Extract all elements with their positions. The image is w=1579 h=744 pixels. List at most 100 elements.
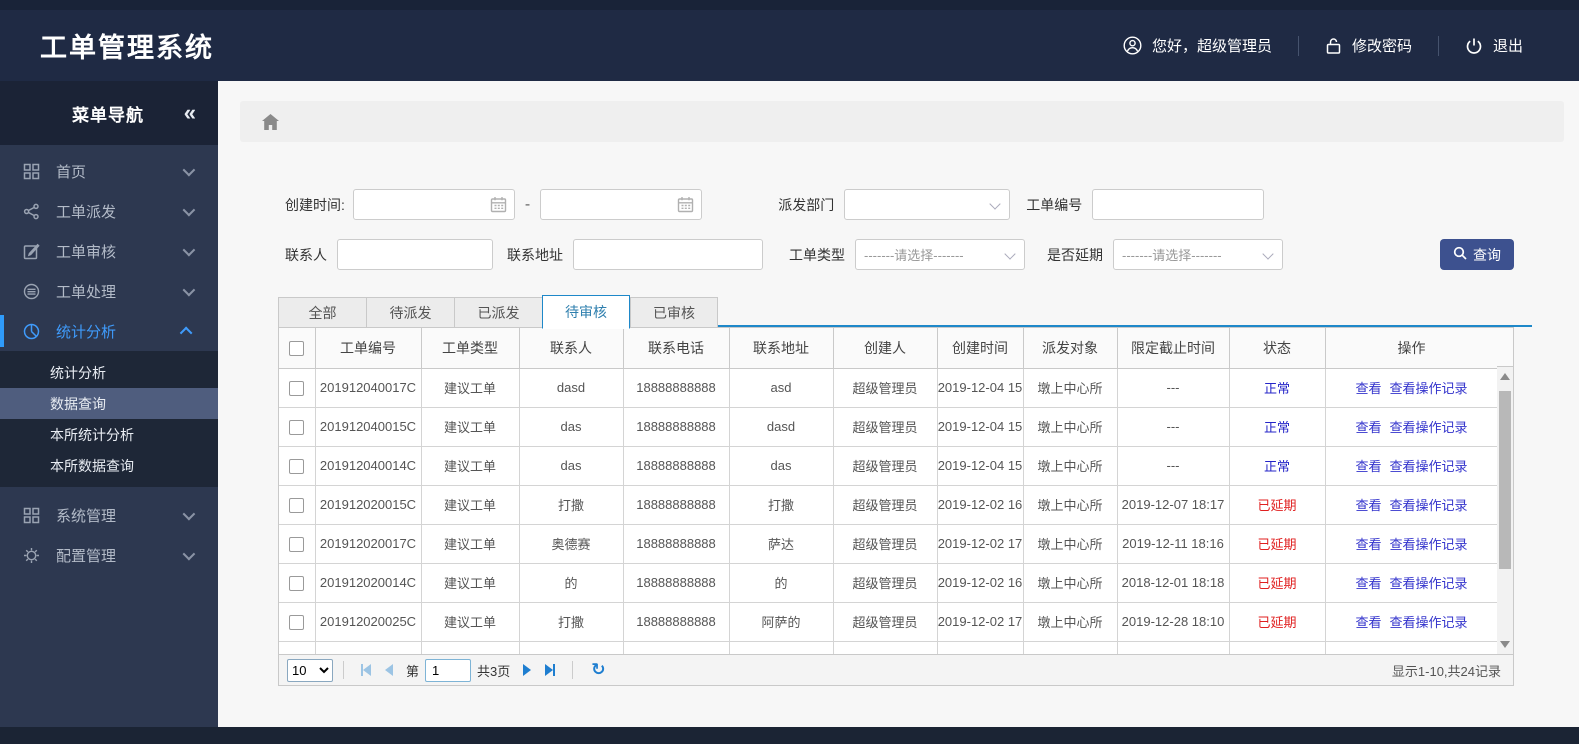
filter-panel: 创建时间: - 派发部门 工单编号 联系人 联系地址 工单类型 是否延期: [285, 189, 1514, 270]
submenu-item-local-data-query[interactable]: 本所数据查询: [0, 450, 218, 481]
view-link[interactable]: 查看: [1355, 615, 1381, 630]
dispatch-dept-select[interactable]: [844, 189, 1011, 220]
tab-all[interactable]: 全部: [278, 297, 366, 327]
tab-pending-dispatch[interactable]: 待派发: [366, 297, 454, 327]
row-checkbox[interactable]: [289, 380, 305, 396]
cell-type: 建议工单: [421, 407, 520, 447]
view-link[interactable]: 查看: [1355, 459, 1381, 474]
next-page-button[interactable]: [523, 664, 532, 676]
submenu-item-statistics[interactable]: 统计分析: [0, 357, 218, 388]
last-page-button[interactable]: [545, 664, 556, 676]
view-log-link[interactable]: 查看操作记录: [1390, 498, 1468, 513]
pie-chart-icon: [22, 322, 40, 340]
cell-target: 墩上中心所: [1023, 563, 1118, 603]
cell-target: 墩上中心所: [1023, 446, 1118, 486]
address-input[interactable]: [573, 239, 763, 270]
refresh-icon[interactable]: ↻: [591, 660, 605, 680]
row-checkbox[interactable]: [289, 536, 305, 552]
row-checkbox[interactable]: [289, 458, 305, 474]
tab-dispatched[interactable]: 已派发: [454, 297, 542, 327]
tab-reviewed[interactable]: 已审核: [630, 297, 718, 327]
cell-created: [937, 641, 1024, 654]
view-link[interactable]: 查看: [1355, 381, 1381, 396]
status-tabs: 全部 待派发 已派发 待审核 已审核: [278, 295, 1532, 329]
sidebar-item-config[interactable]: 配置管理: [0, 535, 218, 575]
view-link[interactable]: 查看: [1355, 420, 1381, 435]
first-page-button[interactable]: [361, 664, 371, 676]
view-log-link[interactable]: 查看操作记录: [1390, 420, 1468, 435]
sidebar-item-dispatch[interactable]: 工单派发: [0, 191, 218, 231]
view-link[interactable]: 查看: [1355, 498, 1381, 513]
page-number-input[interactable]: [425, 658, 472, 682]
sidebar-item-statistics[interactable]: 统计分析: [0, 311, 218, 351]
table-row: [279, 641, 1499, 654]
cell-phone: 18888888888: [623, 368, 730, 408]
row-checkbox[interactable]: [289, 419, 305, 435]
logout-label: 退出: [1492, 38, 1523, 55]
cell-created: 2019-12-04 15: [937, 407, 1024, 447]
cell-type: 建议工单: [421, 602, 520, 642]
view-log-link[interactable]: 查看操作记录: [1390, 615, 1468, 630]
row-checkbox[interactable]: [289, 614, 305, 630]
order-no-input[interactable]: [1092, 189, 1265, 220]
calendar-icon[interactable]: [677, 196, 694, 218]
header-right: 您好，超级管理员 修改密码 退出: [1097, 35, 1549, 56]
cell-creator: 超级管理员: [833, 407, 938, 447]
row-checkbox[interactable]: [289, 575, 305, 591]
delay-select[interactable]: [1113, 239, 1283, 270]
chevron-down-icon: [182, 507, 196, 520]
collapse-sidebar-icon[interactable]: «: [184, 102, 196, 124]
home-icon[interactable]: [262, 113, 279, 130]
prev-page-button[interactable]: [385, 664, 393, 676]
scroll-up-icon[interactable]: [1500, 373, 1510, 380]
status-badge: 已延期: [1257, 615, 1297, 630]
search-icon: [1453, 246, 1467, 263]
scrollbar-track[interactable]: [1497, 367, 1514, 654]
search-button[interactable]: 查询: [1440, 239, 1514, 270]
logout-button[interactable]: 退出: [1439, 35, 1549, 56]
cell-creator: 超级管理员: [833, 563, 938, 603]
sidebar-item-home[interactable]: 首页: [0, 151, 218, 191]
scrollbar-thumb[interactable]: [1499, 391, 1511, 569]
view-log-link[interactable]: 查看操作记录: [1390, 576, 1468, 591]
calendar-icon[interactable]: [490, 196, 507, 218]
sidebar-item-review[interactable]: 工单审核: [0, 231, 218, 271]
cell-target: 墩上中心所: [1023, 602, 1118, 642]
view-log-link[interactable]: 查看操作记录: [1390, 459, 1468, 474]
scroll-down-icon[interactable]: [1500, 641, 1510, 648]
table-row: 201912020017C 建议工单 奥德赛 18888888888 萨达 超级…: [279, 524, 1499, 564]
page-size-select[interactable]: 10: [287, 658, 333, 682]
change-password-button[interactable]: 修改密码: [1299, 35, 1438, 56]
cell-created: 2019-12-02 16: [937, 563, 1024, 603]
submenu-item-local-statistics[interactable]: 本所统计分析: [0, 419, 218, 450]
contact-input[interactable]: [337, 239, 493, 270]
cell-creator: 超级管理员: [833, 602, 938, 642]
sidebar-header: 菜单导航 «: [0, 81, 218, 145]
tab-pending-review[interactable]: 待审核: [542, 295, 630, 329]
user-greeting[interactable]: 您好，超级管理员: [1097, 35, 1298, 56]
database-icon: [22, 282, 40, 300]
view-log-link[interactable]: 查看操作记录: [1390, 381, 1468, 396]
row-checkbox[interactable]: [289, 497, 305, 513]
submenu-item-label: 数据查询: [50, 395, 106, 412]
cell-phone: 18888888888: [623, 563, 730, 603]
dispatch-dept-label: 派发部门: [778, 196, 835, 213]
share-icon: [22, 202, 40, 220]
sidebar-item-process[interactable]: 工单处理: [0, 271, 218, 311]
cell-phone: [623, 641, 730, 654]
col-creator: 创建人: [833, 328, 938, 369]
chevron-down-icon: [182, 547, 196, 560]
cell-created: 2019-12-02 17: [937, 602, 1024, 642]
submenu-item-data-query[interactable]: 数据查询: [0, 388, 218, 419]
col-target: 派发对象: [1023, 328, 1118, 369]
order-type-select[interactable]: [855, 239, 1025, 270]
status-badge: 正常: [1263, 381, 1290, 396]
table-body: 201912040017C 建议工单 dasd 18888888888 asd …: [279, 368, 1499, 654]
view-link[interactable]: 查看: [1355, 576, 1381, 591]
app-header: 工单管理系统 您好，超级管理员 修改密码 退出: [0, 0, 1579, 81]
view-log-link[interactable]: 查看操作记录: [1390, 537, 1468, 552]
view-link[interactable]: 查看: [1355, 537, 1381, 552]
sidebar-item-system[interactable]: 系统管理: [0, 495, 218, 535]
sidebar: 菜单导航 « 首页 工单派发 工单审核 工单处理 统计分析 统计分析 数据查询 …: [0, 81, 218, 744]
select-all-checkbox[interactable]: [289, 341, 305, 357]
